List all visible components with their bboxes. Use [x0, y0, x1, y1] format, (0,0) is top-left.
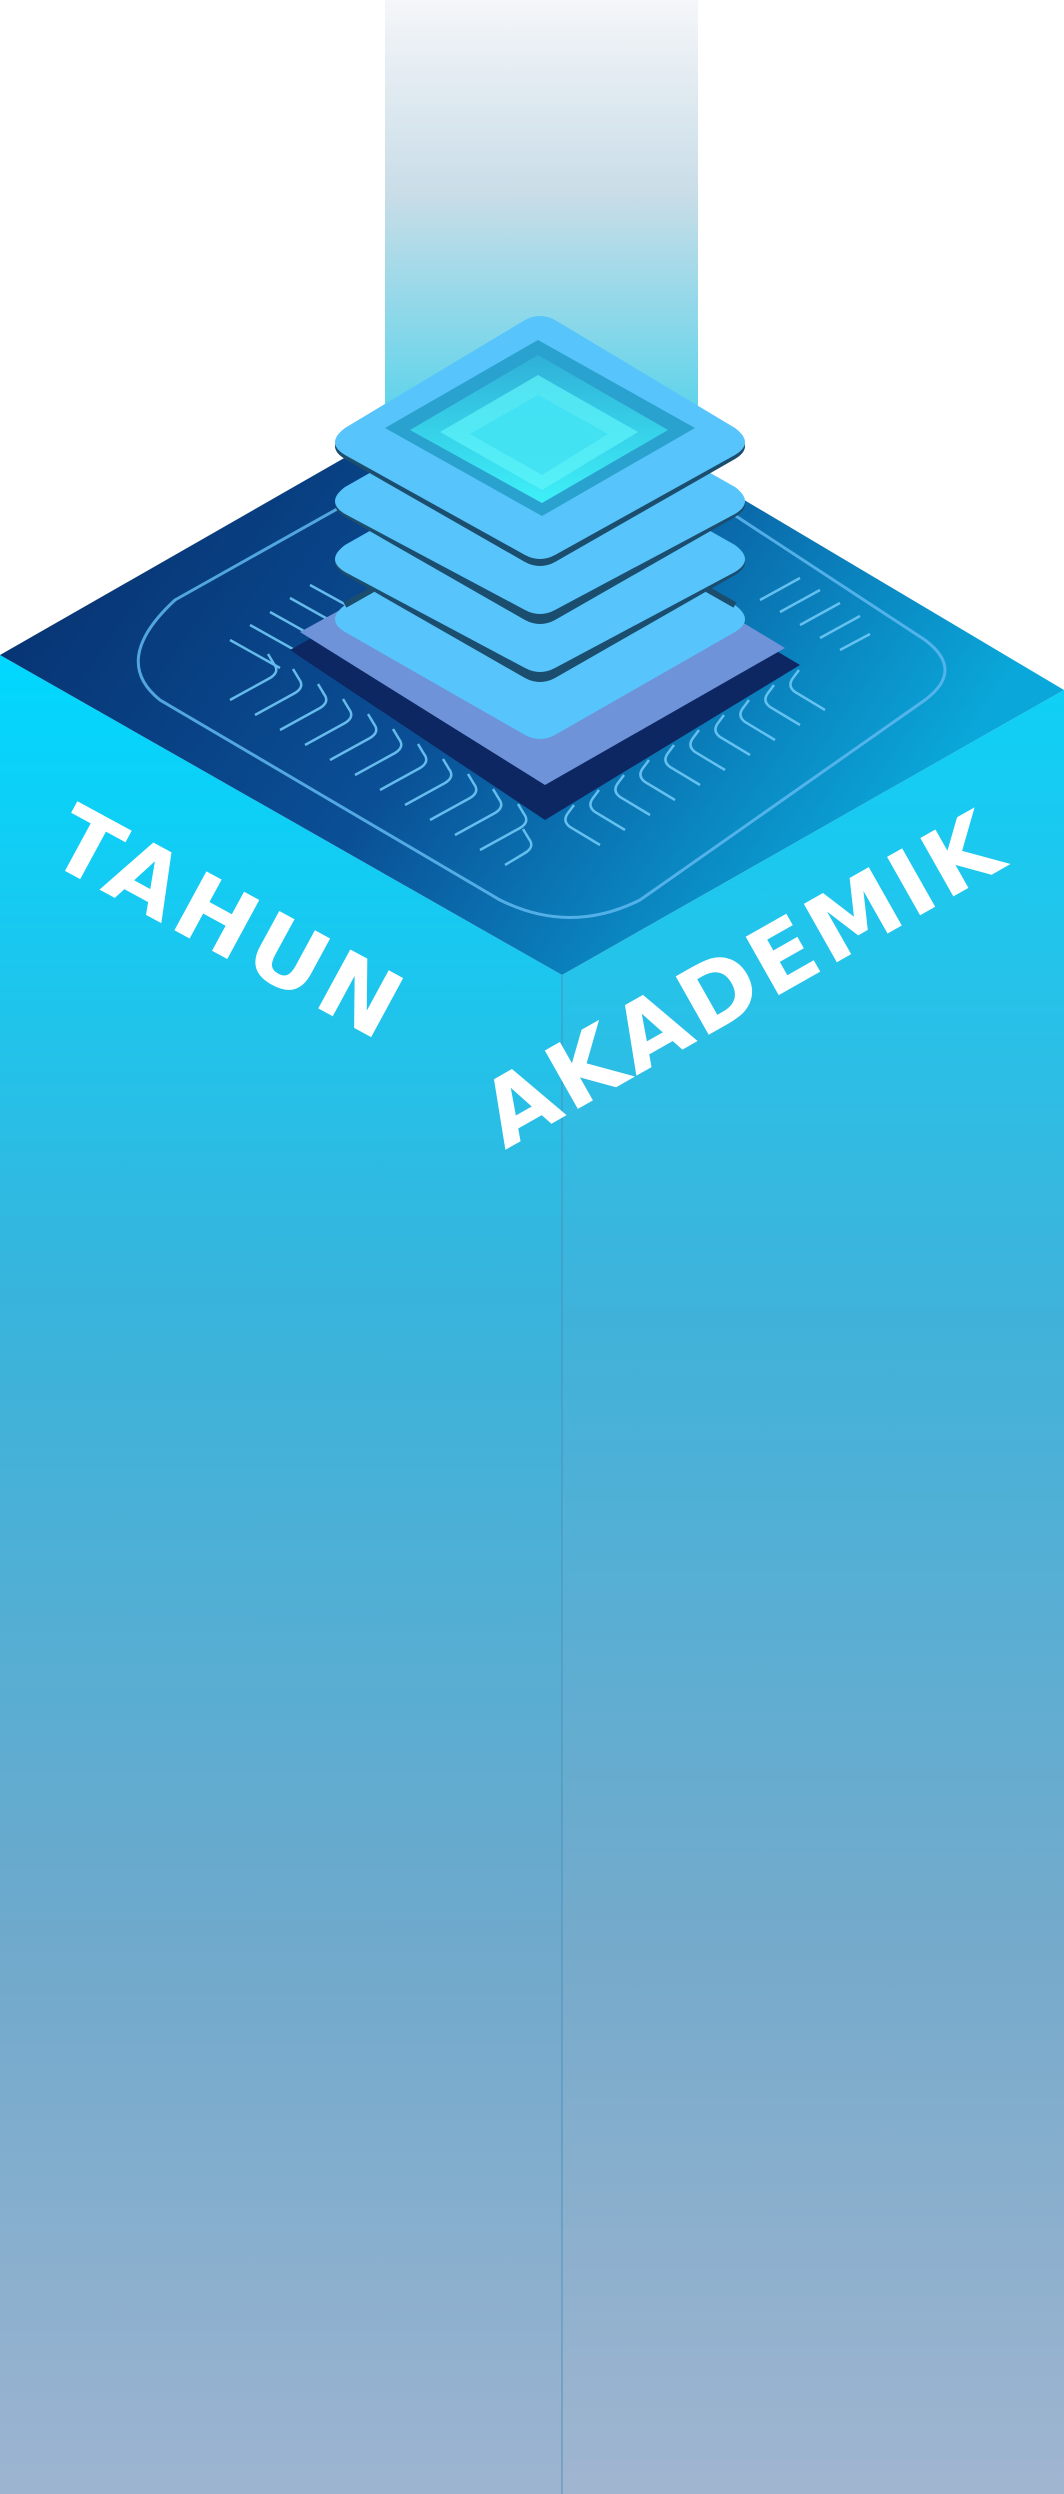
academic-year-pillar-illustration: TAHUN AKADEMIK	[0, 0, 1064, 2494]
